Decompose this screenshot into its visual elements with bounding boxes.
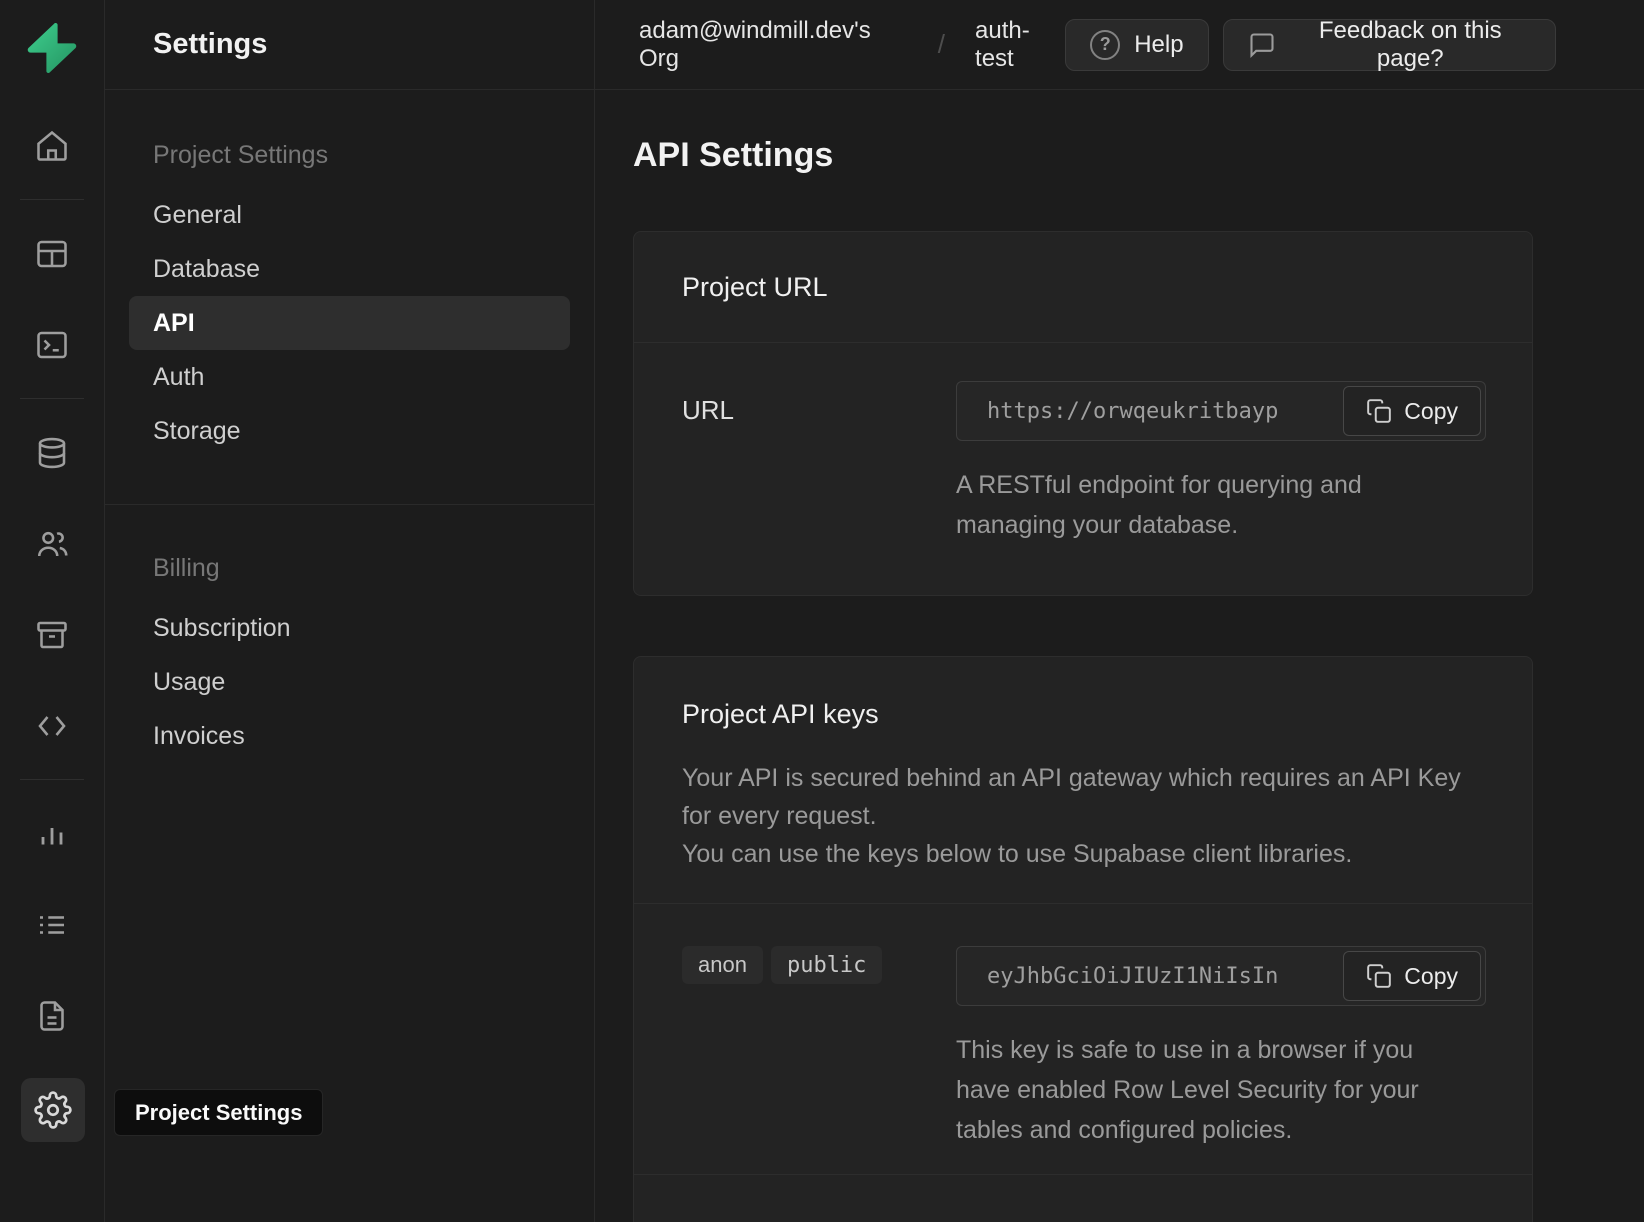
topbar-actions: ? Help Feedback on this page? (1065, 19, 1556, 71)
sidebar-nav: Project Settings General Database API Au… (105, 90, 594, 763)
topbar: adam@windmill.dev's Org / auth-test ? He… (595, 0, 1644, 90)
database-icon (34, 435, 70, 471)
home-icon (34, 128, 70, 164)
page-title: API Settings (633, 136, 1644, 175)
copy-button-label: Copy (1404, 963, 1458, 990)
main-column: adam@windmill.dev's Org / auth-test ? He… (595, 0, 1644, 1222)
anon-key-description: This key is safe to use in a browser if … (956, 1030, 1461, 1150)
breadcrumb: adam@windmill.dev's Org / auth-test (639, 17, 1065, 73)
logs-icon (34, 907, 70, 943)
feedback-button-label: Feedback on this page? (1290, 17, 1531, 73)
card-filler (634, 1175, 1532, 1222)
anon-badge: anon (682, 946, 763, 984)
api-keys-intro-line1: Your API is secured behind an API gatewa… (682, 759, 1472, 835)
anon-key-label-column: anon public (682, 946, 956, 1150)
sql-editor-icon (34, 327, 70, 363)
section-label-billing: Billing (129, 541, 570, 595)
anon-key-row: anon public Copy (634, 904, 1532, 1174)
project-settings-tooltip: Project Settings (114, 1089, 323, 1136)
rail-item-reports[interactable] (20, 788, 84, 879)
help-icon: ? (1090, 30, 1120, 60)
rail-divider (20, 398, 84, 399)
sidebar-title: Settings (105, 0, 594, 90)
sidebar-item-subscription[interactable]: Subscription (129, 601, 570, 655)
url-label-column: URL (682, 381, 956, 545)
copy-icon (1366, 398, 1392, 424)
api-settings-page: API Settings Project URL URL (595, 90, 1644, 1222)
anon-key-badges: anon public (682, 946, 956, 984)
breadcrumb-project[interactable]: auth-test (975, 17, 1065, 73)
sidebar-item-general[interactable]: General (129, 188, 570, 242)
rail-item-logs[interactable] (20, 879, 84, 970)
settings-sidebar: Settings Project Settings General Databa… (105, 0, 595, 1222)
anon-key-main: Copy This key is safe to use in a browse… (956, 946, 1486, 1150)
api-keys-card: Project API keys Your API is secured beh… (633, 656, 1533, 1222)
project-url-card-title: Project URL (682, 268, 1484, 306)
url-description: A RESTful endpoint for querying and mana… (956, 465, 1406, 545)
help-button[interactable]: ? Help (1065, 19, 1208, 71)
breadcrumb-org[interactable]: adam@windmill.dev's Org (639, 17, 908, 73)
settings-gear-icon (34, 1091, 72, 1129)
rail-item-home[interactable] (20, 100, 84, 191)
anon-key-input-wrap: Copy (956, 946, 1486, 1006)
rail-item-database[interactable] (20, 407, 84, 498)
url-input-wrap: Copy (956, 381, 1486, 441)
icon-rail (0, 0, 105, 1222)
project-url-card: Project URL URL Copy (633, 231, 1533, 596)
api-keys-card-title: Project API keys (682, 695, 1484, 733)
api-keys-intro-line2: You can use the keys below to use Supaba… (682, 835, 1472, 873)
copy-anon-key-button[interactable]: Copy (1343, 951, 1481, 1001)
app-root: Settings Project Settings General Databa… (0, 0, 1644, 1222)
auth-users-icon (34, 526, 70, 562)
rail-item-edge-functions[interactable] (20, 680, 84, 771)
public-badge: public (771, 946, 882, 984)
url-field-row: URL Copy A RESTful endpoin (634, 343, 1532, 595)
copy-button-label: Copy (1404, 398, 1458, 425)
rail-item-docs[interactable] (20, 970, 84, 1061)
copy-icon (1366, 963, 1392, 989)
section-label-project-settings: Project Settings (129, 128, 570, 182)
project-url-card-header: Project URL (634, 232, 1532, 343)
docs-icon (34, 998, 70, 1034)
project-settings-gear-button[interactable] (21, 1078, 85, 1142)
supabase-logo[interactable] (24, 20, 80, 76)
sidebar-item-usage[interactable]: Usage (129, 655, 570, 709)
sidebar-item-invoices[interactable]: Invoices (129, 709, 570, 763)
feedback-button[interactable]: Feedback on this page? (1223, 19, 1556, 71)
reports-icon (34, 816, 70, 852)
sidebar-divider (105, 504, 594, 505)
table-editor-icon (34, 236, 70, 272)
sidebar-item-api[interactable]: API (129, 296, 570, 350)
help-button-label: Help (1134, 31, 1183, 59)
url-field-main: Copy A RESTful endpoint for querying and… (956, 381, 1486, 545)
breadcrumb-separator: / (938, 29, 945, 60)
sidebar-item-storage[interactable]: Storage (129, 404, 570, 458)
feedback-bubble-icon (1248, 31, 1276, 59)
rail-divider (20, 779, 84, 780)
sidebar-item-auth[interactable]: Auth (129, 350, 570, 404)
api-keys-card-header: Project API keys Your API is secured beh… (634, 657, 1532, 904)
copy-url-button[interactable]: Copy (1343, 386, 1481, 436)
rail-item-auth[interactable] (20, 498, 84, 589)
url-field-label: URL (682, 381, 956, 426)
rail-item-table-editor[interactable] (20, 208, 84, 299)
storage-icon (34, 617, 70, 653)
edge-functions-icon (34, 708, 70, 744)
rail-item-storage[interactable] (20, 589, 84, 680)
sidebar-item-database[interactable]: Database (129, 242, 570, 296)
rail-item-sql-editor[interactable] (20, 299, 84, 390)
rail-divider (20, 199, 84, 200)
api-keys-intro: Your API is secured behind an API gatewa… (682, 759, 1484, 873)
